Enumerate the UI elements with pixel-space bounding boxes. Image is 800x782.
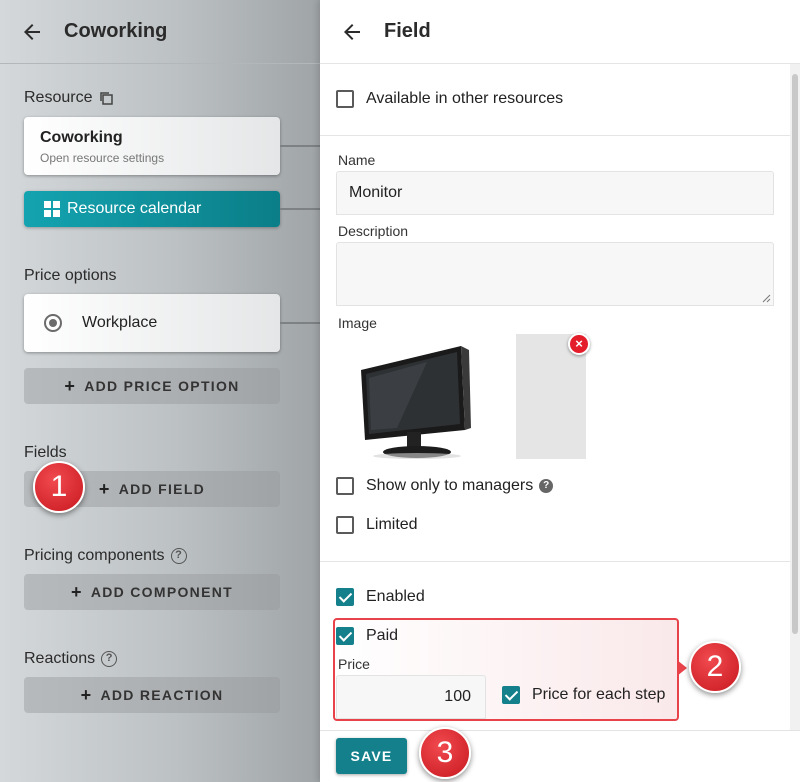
save-button[interactable]: SAVE	[336, 738, 407, 774]
limited-checkbox[interactable]	[336, 516, 354, 534]
step-badge-3: 3	[419, 727, 471, 779]
enabled-row[interactable]: Enabled	[336, 588, 425, 606]
enabled-checkbox[interactable]	[336, 588, 354, 606]
help-icon[interactable]: ?	[170, 548, 187, 564]
connector-line	[280, 145, 320, 147]
pricing-components-label: Pricing components	[24, 547, 165, 564]
divider	[320, 561, 790, 562]
price-label: Price	[338, 656, 370, 672]
reactions-label: Reactions	[24, 650, 96, 667]
price-for-each-step-checkbox[interactable]	[502, 686, 520, 704]
step-badge-2: 2	[689, 641, 741, 693]
available-in-other-resources-label: Available in other resources	[366, 90, 564, 107]
connector-line	[280, 322, 320, 324]
reactions-section-label: Reactions ?	[24, 650, 118, 668]
radio-icon	[44, 314, 62, 332]
price-for-each-step-row[interactable]: Price for each step	[502, 686, 665, 704]
field-header: Field	[320, 0, 800, 64]
name-label: Name	[338, 152, 376, 168]
divider	[320, 135, 790, 136]
price-input[interactable]: 100	[336, 675, 486, 719]
price-for-each-step-label: Price for each step	[532, 686, 666, 703]
resource-label: Resource	[24, 89, 93, 106]
add-component-button[interactable]: + ADD COMPONENT	[24, 574, 280, 610]
add-price-option-label: ADD PRICE OPTION	[84, 378, 240, 394]
paid-label: Paid	[366, 627, 399, 644]
scrollbar[interactable]	[790, 64, 800, 730]
paid-row[interactable]: Paid	[336, 627, 398, 645]
step-badge-1: 1	[33, 461, 85, 513]
limited-row[interactable]: Limited	[336, 516, 418, 534]
show-only-to-managers-row[interactable]: Show only to managers ?	[336, 477, 554, 495]
resource-calendar-label: Resource calendar	[67, 200, 202, 217]
resize-icon[interactable]	[762, 294, 771, 303]
price-options-label: Price options	[24, 267, 117, 284]
add-field-label: ADD FIELD	[118, 481, 206, 497]
plus-icon: +	[98, 478, 111, 499]
limited-label: Limited	[366, 516, 418, 533]
back-arrow-icon[interactable]	[340, 20, 364, 44]
available-in-other-resources-checkbox[interactable]	[336, 90, 354, 108]
add-reaction-button[interactable]: + ADD REACTION	[24, 677, 280, 713]
add-component-label: ADD COMPONENT	[90, 584, 233, 600]
pricing-components-section-label: Pricing components ?	[24, 547, 187, 565]
price-option-label: Workplace	[82, 314, 158, 331]
field-title: Field	[384, 20, 431, 42]
plus-icon: +	[80, 684, 93, 705]
left-title: Coworking	[64, 20, 168, 42]
description-label: Description	[338, 223, 409, 239]
copy-icon[interactable]	[98, 90, 114, 106]
left-header: Coworking	[0, 0, 320, 64]
paid-checkbox[interactable]	[336, 627, 354, 645]
grid-icon	[44, 201, 60, 217]
scrollbar-thumb[interactable]	[792, 74, 798, 634]
description-input[interactable]	[336, 242, 774, 306]
connector-line	[280, 208, 320, 210]
plus-icon: +	[71, 581, 83, 602]
plus-icon: +	[64, 375, 77, 396]
show-only-to-managers-label: Show only to managers	[366, 477, 534, 494]
back-arrow-icon[interactable]	[20, 20, 44, 44]
fields-label: Fields	[24, 444, 67, 461]
resource-calendar-button[interactable]: Resource calendar	[24, 191, 280, 227]
available-in-other-resources-row[interactable]: Available in other resources	[336, 90, 563, 108]
help-icon[interactable]: ?	[539, 479, 554, 493]
remove-icon[interactable]: ×	[568, 333, 590, 355]
highlight-pointer	[677, 660, 687, 676]
add-price-option-button[interactable]: + ADD PRICE OPTION	[24, 368, 280, 404]
enabled-label: Enabled	[366, 588, 425, 605]
monitor-image	[361, 346, 471, 459]
resource-card-subtitle: Open resource settings	[40, 151, 165, 165]
name-input[interactable]: Monitor	[336, 171, 774, 215]
left-panel: Coworking Resource Coworking Open resour…	[0, 0, 320, 782]
resource-section-label: Resource	[24, 89, 114, 107]
image-label: Image	[338, 315, 377, 331]
add-reaction-label: ADD REACTION	[100, 687, 224, 703]
resource-card-title: Coworking	[40, 129, 123, 146]
price-option-workplace[interactable]: Workplace	[24, 294, 280, 352]
show-only-to-managers-checkbox[interactable]	[336, 477, 354, 495]
resource-card[interactable]: Coworking Open resource settings	[24, 117, 280, 175]
help-icon[interactable]: ?	[101, 651, 118, 667]
